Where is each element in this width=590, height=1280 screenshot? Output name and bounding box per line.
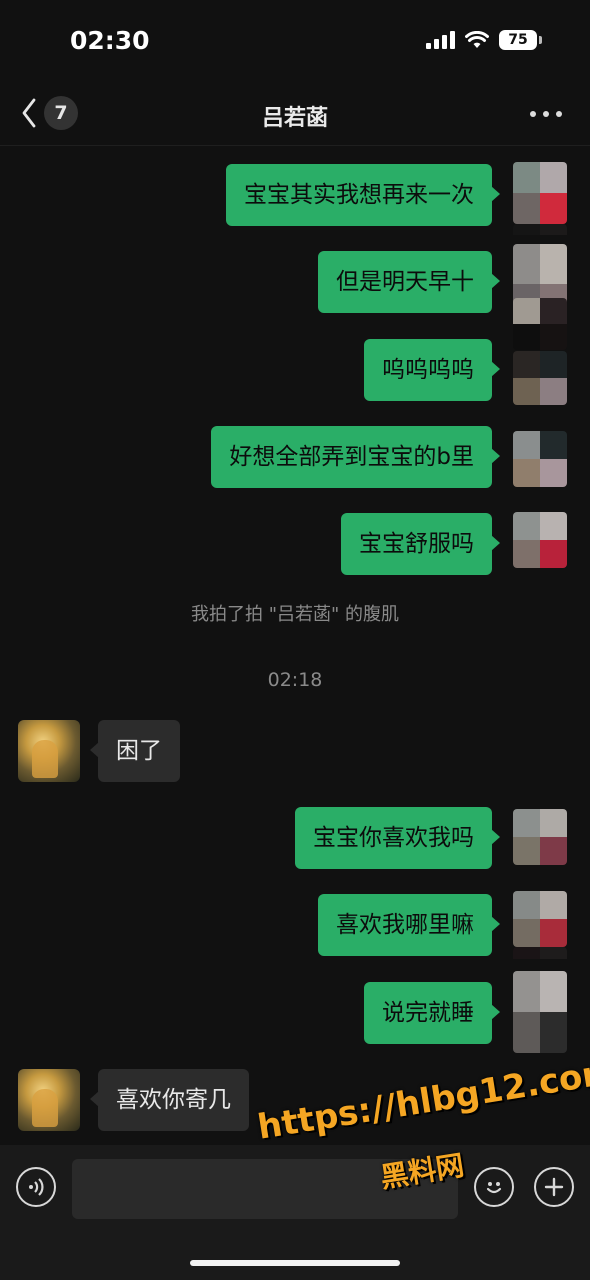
chat-title: 吕若菡 [261, 106, 328, 131]
cellular-signal-icon [426, 31, 455, 49]
status-icons: 75 [426, 30, 542, 50]
sent-message[interactable]: 宝宝舒服吗 [341, 513, 500, 575]
voice-button[interactable] [16, 1167, 56, 1207]
received-message[interactable]: 喜欢你寄几 [90, 1069, 249, 1131]
home-indicator[interactable] [190, 1260, 400, 1266]
received-message[interactable]: 困了 [90, 720, 180, 782]
emoji-button[interactable] [474, 1167, 514, 1207]
battery-level: 75 [499, 30, 537, 50]
status-time: 02:30 [70, 26, 150, 55]
timestamp: 02:18 [267, 669, 323, 691]
contact-avatar[interactable] [18, 1069, 80, 1131]
plus-icon [544, 1177, 564, 1197]
voice-icon [29, 1178, 44, 1196]
nav-bar: 7 吕若菡 [0, 88, 590, 146]
my-avatar-pixelated[interactable] [513, 351, 567, 405]
my-avatar-pixelated[interactable] [513, 809, 567, 865]
mosaic-blur [513, 224, 567, 246]
sent-message[interactable]: 好想全部弄到宝宝的b里 [211, 426, 500, 488]
chat-screen: 02:30 75 7 吕若菡 宝宝其实我想再来一次 但是明天早十 呜呜呜呜 好想… [0, 0, 590, 1280]
sent-message[interactable]: 呜呜呜呜 [364, 339, 500, 401]
sent-message[interactable]: 但是明天早十 [318, 251, 500, 313]
contact-avatar[interactable] [18, 720, 80, 782]
watermark-url: https://hlbg12.com [254, 1051, 590, 1148]
mosaic-blur [513, 298, 567, 350]
sent-message[interactable]: 说完就睡 [364, 982, 500, 1044]
my-avatar-pixelated[interactable] [513, 891, 567, 947]
dot-icon [543, 111, 549, 117]
dot-icon [530, 111, 536, 117]
my-avatar-pixelated[interactable] [513, 971, 567, 1053]
mosaic-blur [513, 947, 567, 971]
pat-notice: 我拍了拍 "吕若菡" 的腹肌 [190, 604, 399, 625]
my-avatar-pixelated[interactable] [513, 512, 567, 568]
battery-icon: 75 [499, 30, 542, 50]
sent-message[interactable]: 喜欢我哪里嘛 [318, 894, 500, 956]
wifi-icon [465, 31, 489, 48]
sent-message[interactable]: 宝宝其实我想再来一次 [226, 164, 500, 226]
my-avatar-pixelated[interactable] [513, 431, 567, 487]
status-bar: 02:30 75 [0, 0, 590, 88]
emoji-icon [486, 1182, 502, 1194]
more-options-button[interactable] [530, 100, 562, 128]
my-avatar-pixelated[interactable] [513, 162, 567, 224]
sent-message[interactable]: 宝宝你喜欢我吗 [295, 807, 500, 869]
dot-icon [556, 111, 562, 117]
add-button[interactable] [534, 1167, 574, 1207]
